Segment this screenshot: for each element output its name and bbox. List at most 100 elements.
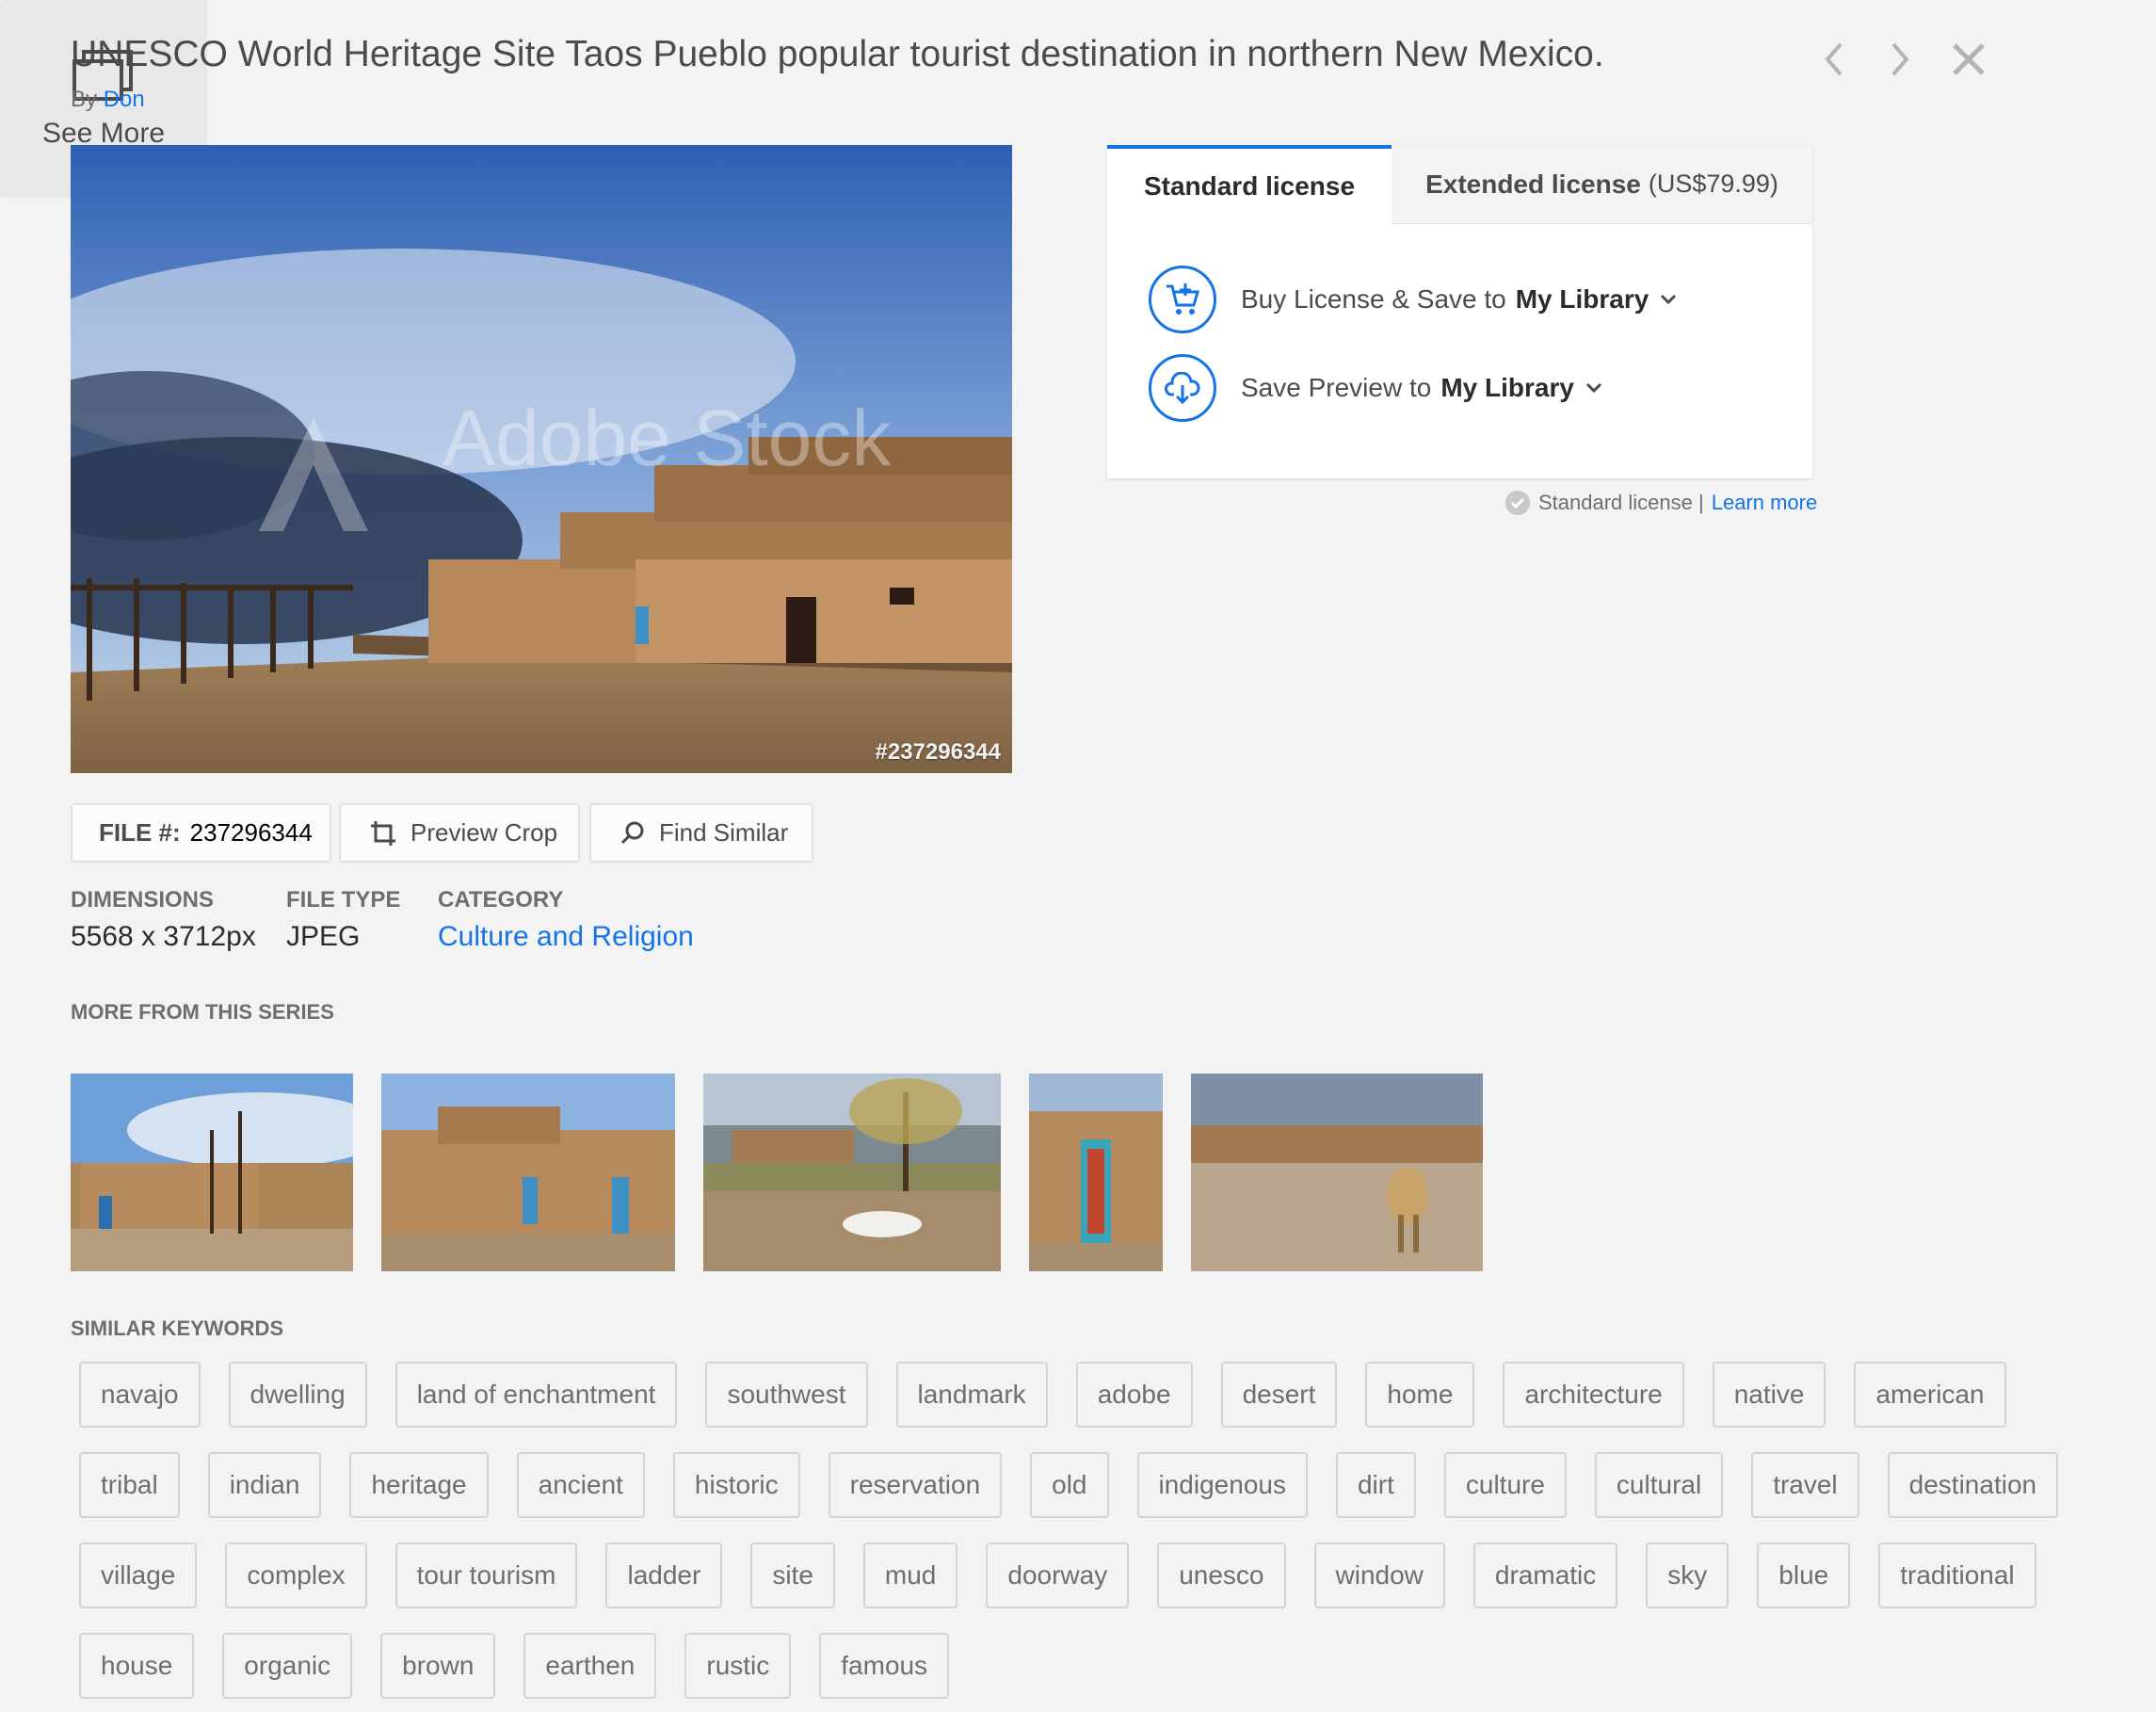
- keyword-tag[interactable]: culture: [1443, 1452, 1567, 1518]
- keyword-tag[interactable]: blue: [1757, 1542, 1851, 1608]
- keyword-tag[interactable]: complex: [225, 1542, 367, 1608]
- page-title: UNESCO World Heritage Site Taos Pueblo p…: [71, 34, 1604, 74]
- pueblo-photo: Adobe Stock: [71, 145, 1012, 773]
- byline: By Don: [71, 87, 145, 113]
- keyword-tag[interactable]: old: [1030, 1452, 1109, 1518]
- keyword-tag[interactable]: reservation: [828, 1452, 1003, 1518]
- keyword-tag[interactable]: architecture: [1503, 1362, 1684, 1428]
- keywords-row: navajo dwelling land of enchantment sout…: [79, 1362, 2009, 1428]
- keyword-tag[interactable]: house: [79, 1633, 195, 1699]
- keyword-tag[interactable]: window: [1313, 1542, 1445, 1608]
- series-thumbnail[interactable]: [71, 1074, 353, 1271]
- keyword-tag[interactable]: sky: [1646, 1542, 1730, 1608]
- keywords-heading: SIMILAR KEYWORDS: [71, 1316, 284, 1340]
- thumbnail-image: [381, 1074, 675, 1271]
- keyword-tag[interactable]: southwest: [705, 1362, 868, 1428]
- category-link[interactable]: Culture and Religion: [438, 921, 694, 953]
- save-preview-target: My Library: [1440, 373, 1574, 402]
- preview-crop-button[interactable]: Preview Crop: [339, 803, 580, 863]
- find-similar-label: Find Similar: [659, 818, 789, 847]
- keyword-tag[interactable]: earthen: [523, 1633, 657, 1699]
- save-preview-button[interactable]: Save Preview to My Library: [1149, 354, 1602, 422]
- keyword-tag[interactable]: dramatic: [1472, 1542, 1618, 1608]
- keyword-tag[interactable]: traditional: [1878, 1542, 2036, 1608]
- file-number-button[interactable]: FILE #: 237296344: [71, 803, 331, 863]
- keywords-list: navajo dwelling land of enchantment sout…: [79, 1362, 2059, 1712]
- buy-license-button[interactable]: Buy License & Save to My Library: [1149, 266, 1677, 333]
- cloud-download-icon: [1149, 354, 1216, 422]
- license-note-text: Standard license |: [1538, 491, 1704, 514]
- chevron-left-icon: [1825, 42, 1842, 76]
- keyword-tag[interactable]: native: [1712, 1362, 1826, 1428]
- thumbnail-image: [1191, 1074, 1483, 1271]
- save-preview-text: Save Preview to: [1241, 373, 1432, 402]
- keyword-tag[interactable]: indigenous: [1136, 1452, 1308, 1518]
- series-thumbnail[interactable]: [381, 1074, 675, 1271]
- watermark-text: Adobe Stock: [442, 394, 892, 482]
- search-icon: [620, 821, 644, 844]
- keyword-tag[interactable]: tribal: [79, 1452, 180, 1518]
- filetype-label: FILE TYPE: [286, 887, 401, 913]
- previous-button[interactable]: [1810, 36, 1858, 83]
- keyword-tag[interactable]: mud: [862, 1542, 958, 1608]
- keyword-tag[interactable]: american: [1854, 1362, 2006, 1428]
- keyword-tag[interactable]: tour tourism: [394, 1542, 578, 1608]
- keyword-tag[interactable]: rustic: [684, 1633, 792, 1699]
- keyword-tag[interactable]: travel: [1751, 1452, 1859, 1518]
- close-icon: [1953, 43, 1985, 75]
- tab-standard-license[interactable]: Standard license: [1107, 145, 1392, 224]
- keyword-tag[interactable]: navajo: [79, 1362, 201, 1428]
- keyword-tag[interactable]: heritage: [349, 1452, 489, 1518]
- buy-license-text: Buy License & Save to: [1241, 284, 1506, 314]
- keyword-tag[interactable]: home: [1365, 1362, 1475, 1428]
- tab-extended-label: Extended license: [1425, 169, 1641, 199]
- keyword-tag[interactable]: ancient: [516, 1452, 645, 1518]
- keyword-tag[interactable]: landmark: [895, 1362, 1048, 1428]
- tab-standard-label: Standard license: [1143, 171, 1356, 201]
- keyword-tag[interactable]: village: [79, 1542, 198, 1608]
- learn-more-link[interactable]: Learn more: [1712, 491, 1818, 515]
- keyword-tag[interactable]: land of enchantment: [394, 1362, 678, 1428]
- keyword-tag[interactable]: desert: [1220, 1362, 1338, 1428]
- series-thumbnail[interactable]: [703, 1074, 1001, 1271]
- keyword-tag[interactable]: famous: [819, 1633, 950, 1699]
- thumbnail-image: [1029, 1074, 1163, 1271]
- keyword-tag[interactable]: adobe: [1075, 1362, 1193, 1428]
- license-panel: Standard license Extended license (US$79…: [1107, 145, 1812, 478]
- main-image[interactable]: Adobe Stock #237296344: [71, 145, 1012, 773]
- tab-extended-license[interactable]: Extended license (US$79.99): [1392, 145, 1812, 224]
- license-note: Standard license | Learn more: [1504, 490, 1817, 516]
- keyword-tag[interactable]: doorway: [986, 1542, 1130, 1608]
- keyword-tag[interactable]: indian: [207, 1452, 322, 1518]
- find-similar-button[interactable]: Find Similar: [589, 803, 813, 863]
- file-number-label: FILE #:: [99, 818, 181, 847]
- dimensions-value: 5568 x 3712px: [71, 921, 256, 952]
- keyword-tag[interactable]: historic: [672, 1452, 800, 1518]
- series-heading: MORE FROM THIS SERIES: [71, 1000, 334, 1024]
- keyword-tag[interactable]: destination: [1887, 1452, 2059, 1518]
- close-button[interactable]: [1945, 36, 1992, 83]
- chevron-down-icon: [1585, 382, 1601, 394]
- file-number-value: 237296344: [189, 818, 313, 847]
- filetype-value: JPEG: [286, 921, 361, 952]
- author-link[interactable]: Don: [104, 87, 145, 112]
- keyword-tag[interactable]: unesco: [1157, 1542, 1286, 1608]
- byline-prefix: By: [71, 87, 98, 112]
- next-button[interactable]: [1876, 36, 1923, 83]
- keyword-tag[interactable]: dirt: [1335, 1452, 1416, 1518]
- dimensions-label: DIMENSIONS: [71, 887, 215, 913]
- cart-icon: [1149, 266, 1216, 333]
- thumbnail-image: [703, 1074, 1001, 1271]
- series-thumbnail[interactable]: [1191, 1074, 1483, 1271]
- keyword-tag[interactable]: dwelling: [228, 1362, 367, 1428]
- keywords-row: tribal indian heritage ancient historic …: [79, 1452, 2059, 1518]
- keywords-row: village complex tour tourism ladder site…: [79, 1542, 2036, 1608]
- keyword-tag[interactable]: organic: [222, 1633, 353, 1699]
- keyword-tag[interactable]: ladder: [605, 1542, 723, 1608]
- chevron-down-icon: [1661, 294, 1677, 305]
- series-thumbnail[interactable]: [1029, 1074, 1163, 1271]
- keyword-tag[interactable]: brown: [380, 1633, 496, 1699]
- keyword-tag[interactable]: site: [750, 1542, 835, 1608]
- buy-license-target: My Library: [1515, 284, 1649, 314]
- keyword-tag[interactable]: cultural: [1594, 1452, 1724, 1518]
